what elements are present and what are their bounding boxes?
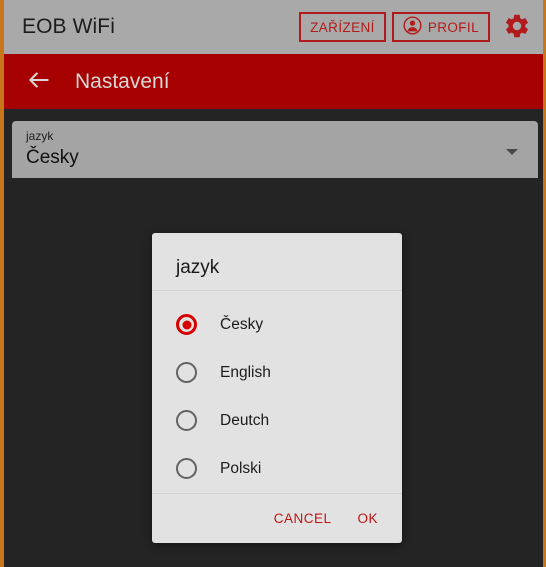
- arrow-left-icon: [26, 67, 52, 96]
- cancel-button[interactable]: CANCEL: [272, 507, 334, 530]
- radio-option-deutch[interactable]: Deutch: [152, 397, 402, 445]
- radio-option-polski[interactable]: Polski: [152, 445, 402, 493]
- dialog-option-list: Česky English Deutch Polski: [152, 291, 402, 493]
- radio-indicator[interactable]: [176, 458, 197, 480]
- profile-button[interactable]: PROFIL: [391, 12, 490, 42]
- language-dialog: jazyk Česky English Deutch Polski CANCEL: [152, 233, 402, 543]
- radio-option-label: English: [220, 363, 271, 381]
- language-select-field[interactable]: jazyk Česky: [12, 121, 538, 178]
- app-title: EOB WiFi: [22, 15, 115, 38]
- chevron-down-icon: [506, 149, 518, 155]
- devices-button-label: ZAŘÍZENÍ: [310, 19, 375, 35]
- radio-option-label: Česky: [220, 315, 264, 333]
- page-title: Nastavení: [75, 69, 170, 93]
- app-root: EOB WiFi ZAŘÍZENÍ PROFIL Nastavení jazyk…: [0, 0, 546, 567]
- back-button[interactable]: [22, 65, 56, 99]
- dialog-title: jazyk: [176, 257, 220, 278]
- sub-header-bar: Nastavení: [4, 54, 543, 109]
- language-select-value: Česky: [26, 147, 79, 168]
- radio-option-label: Polski: [220, 459, 262, 477]
- devices-button[interactable]: ZAŘÍZENÍ: [299, 12, 386, 42]
- radio-indicator[interactable]: [176, 410, 197, 432]
- settings-button[interactable]: [503, 12, 531, 43]
- radio-option-label: Deutch: [220, 411, 270, 429]
- radio-indicator[interactable]: [176, 314, 197, 336]
- language-select-label: jazyk: [26, 129, 54, 143]
- radio-indicator[interactable]: [176, 362, 197, 384]
- ok-button[interactable]: OK: [355, 507, 380, 530]
- gear-icon: [503, 12, 531, 43]
- radio-option-english[interactable]: English: [152, 349, 402, 397]
- person-icon: [403, 16, 422, 38]
- dialog-footer: CANCEL OK: [152, 494, 402, 543]
- radio-option-cesky[interactable]: Česky: [152, 301, 402, 349]
- app-bar: EOB WiFi ZAŘÍZENÍ PROFIL: [4, 0, 543, 54]
- profile-button-label: PROFIL: [427, 19, 479, 35]
